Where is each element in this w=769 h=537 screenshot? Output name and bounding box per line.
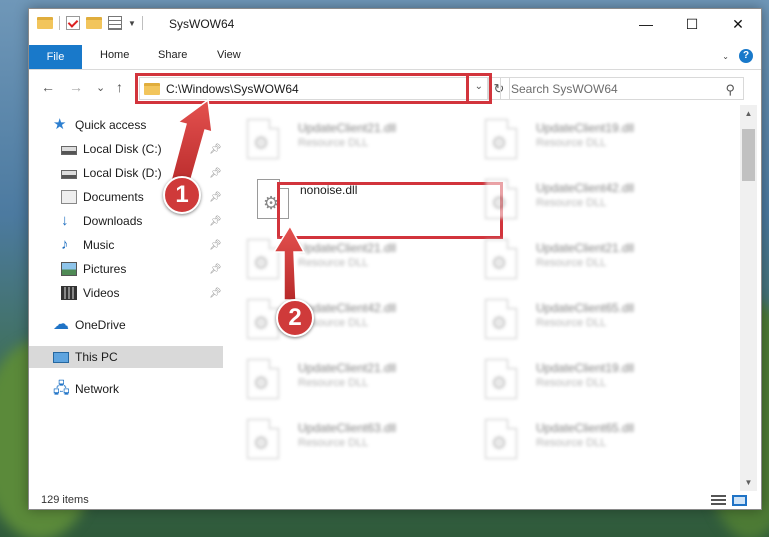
callout-badge-1: 1 [163, 176, 201, 214]
callout-badge-2: 2 [276, 299, 314, 337]
arrow-to-nonoise-file [272, 224, 306, 301]
annotation-arrows [169, 98, 306, 301]
